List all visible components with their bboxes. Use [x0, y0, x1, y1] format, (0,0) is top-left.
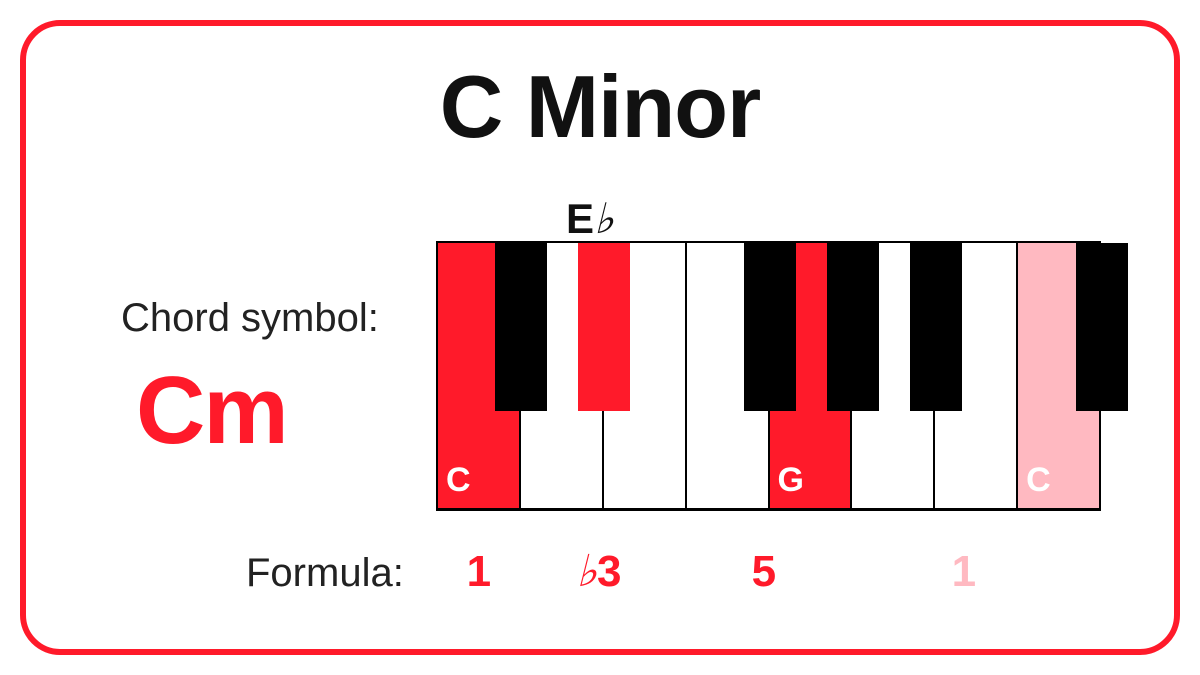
- black-key-eb: [578, 243, 630, 411]
- formula-degree-text: 1: [952, 547, 976, 596]
- flat-icon: ♭: [576, 547, 597, 596]
- black-key-fs: [744, 243, 796, 411]
- formula-degree-text: 1: [467, 547, 491, 596]
- formula-degree-text: 5: [752, 547, 776, 596]
- note-label: G: [778, 461, 804, 500]
- black-key-cs2: [1076, 243, 1128, 411]
- chord-title: C Minor: [26, 56, 1174, 158]
- formula-degree-1-octave: 1: [854, 546, 1074, 597]
- chord-symbol-value: Cm: [136, 356, 287, 466]
- formula-row: Formula: 1 ♭3 5 1: [246, 546, 1134, 606]
- formula-degree-5: 5: [674, 546, 854, 597]
- formula-label: Formula:: [246, 551, 404, 596]
- black-key-cs: [495, 243, 547, 411]
- chord-symbol-label: Chord symbol:: [121, 296, 379, 341]
- formula-items: 1 ♭3 5 1: [434, 546, 1074, 597]
- note-label: C: [1026, 461, 1051, 500]
- black-key-bb: [910, 243, 962, 411]
- black-key-gs: [827, 243, 879, 411]
- chord-card: C Minor Chord symbol: Cm E♭ C G C Formul…: [20, 20, 1180, 655]
- piano-keyboard: C G C: [436, 241, 1101, 511]
- formula-degree-b3: ♭3: [524, 546, 674, 597]
- flat-icon: ♭: [594, 197, 614, 243]
- formula-degree-1: 1: [434, 546, 524, 597]
- black-keys: [438, 243, 1099, 411]
- black-key-label-letter: E: [566, 195, 594, 242]
- note-label: C: [446, 461, 471, 500]
- black-key-eb-label: E♭: [566, 194, 614, 244]
- formula-degree-text: 3: [597, 547, 621, 596]
